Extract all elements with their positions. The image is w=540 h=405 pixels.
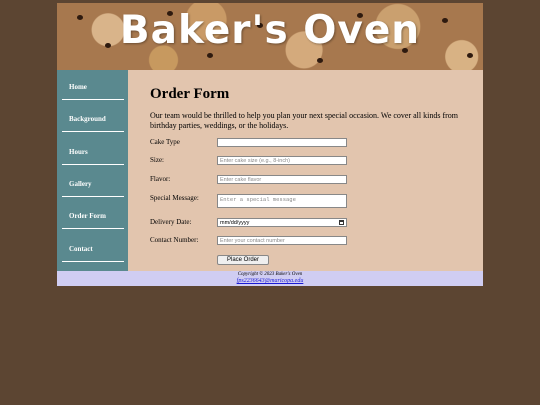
flavor-input[interactable] [217,175,347,184]
email-link[interactable]: fps2236643@maricopa.edu [57,278,483,285]
cake-type-label: Cake Type [150,138,180,146]
sidebar-item-home[interactable]: Home [62,74,124,100]
sidebar-item-hours[interactable]: Hours [62,139,124,165]
site-title: Baker's Oven [119,8,421,53]
delivery-date-input[interactable]: mm/dd/yyyy [217,218,347,227]
flavor-label: Flavor: [150,175,171,183]
copyright-text: Copyright © 2023 Baker's Oven [237,272,303,277]
contact-number-label: Contact Number: [150,236,199,244]
main-content: Order Form Our team would be thrilled to… [128,70,483,271]
size-input[interactable] [217,156,347,165]
size-label: Size: [150,156,164,164]
sidebar-item-background[interactable]: Background [62,106,124,132]
calendar-icon[interactable] [339,220,344,225]
page-title: Order Form [150,86,230,102]
header-banner: Baker's Oven [57,3,483,70]
sidebar-item-gallery[interactable]: Gallery [62,171,124,197]
footer: Copyright © 2023 Baker's Oven fps2236643… [57,271,483,286]
place-order-button[interactable]: Place Order [217,255,269,265]
special-message-input[interactable] [217,194,347,208]
sidebar-item-contact[interactable]: Contact [62,236,124,262]
sidebar-nav: Home Background Hours Gallery Order Form… [57,70,128,271]
contact-number-input[interactable] [217,236,347,245]
cake-type-input[interactable] [217,138,347,147]
page-container: Baker's Oven Home Background Hours Galle… [57,3,483,286]
date-placeholder: mm/dd/yyyy [220,219,250,226]
delivery-date-label: Delivery Date: [150,218,192,226]
special-message-label: Special Message: [150,194,199,202]
intro-text: Our team would be thrilled to help you p… [150,111,459,130]
sidebar-item-order-form[interactable]: Order Form [62,203,124,229]
